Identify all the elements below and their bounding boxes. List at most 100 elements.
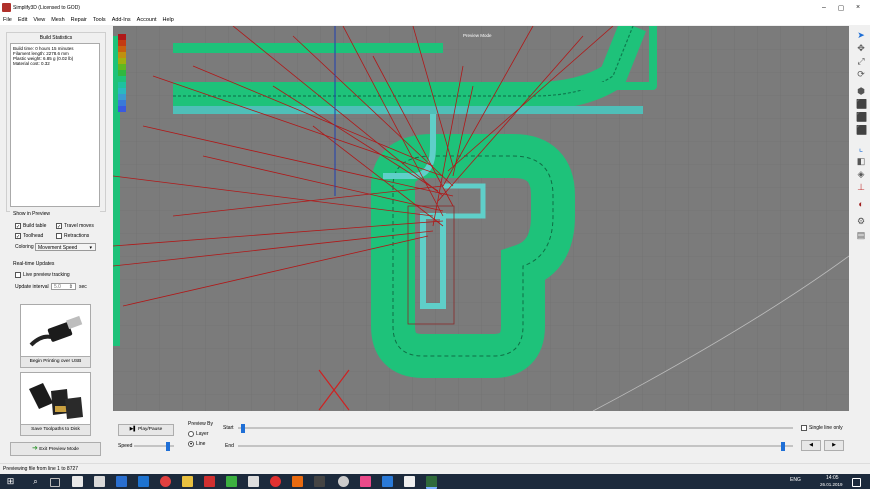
- speed-slider[interactable]: [134, 442, 174, 451]
- maximize-button[interactable]: ▢: [835, 4, 847, 12]
- menu-help[interactable]: Help: [163, 16, 174, 25]
- step-forward-button[interactable]: ▶: [824, 440, 844, 451]
- save-toolpaths-button[interactable]: Save Toolpaths to Disk: [20, 424, 91, 436]
- preview-by-line-option[interactable]: • Line: [188, 441, 205, 448]
- begin-usb-print-button[interactable]: Begin Printing over USB: [20, 356, 91, 368]
- image-viewer-icon[interactable]: [248, 476, 259, 487]
- single-line-checkbox[interactable]: [801, 425, 807, 431]
- menu-account[interactable]: Account: [137, 16, 157, 25]
- view-side-icon[interactable]: ⬛: [856, 125, 867, 135]
- simplify3d-taskbar-icon[interactable]: [426, 476, 437, 489]
- usb-cable-image[interactable]: [20, 304, 91, 358]
- update-interval-value: 5.0: [54, 284, 61, 290]
- exit-preview-button[interactable]: ➜ Exit Preview Mode: [10, 442, 101, 456]
- live-tracking-checkbox[interactable]: [15, 272, 21, 278]
- tray-language[interactable]: ENG: [790, 477, 801, 483]
- minimize-button[interactable]: –: [818, 4, 830, 11]
- end-slider-thumb[interactable]: [781, 442, 785, 451]
- menu-edit[interactable]: Edit: [18, 16, 27, 25]
- app-white-icon[interactable]: [404, 476, 415, 487]
- move-icon[interactable]: ✥: [856, 43, 866, 53]
- mail-icon[interactable]: [72, 476, 83, 487]
- line-radio[interactable]: •: [188, 441, 194, 448]
- close-button[interactable]: ×: [852, 4, 864, 11]
- menu-repair[interactable]: Repair: [71, 16, 87, 25]
- spin-arrows-icon[interactable]: ⇕: [69, 284, 73, 291]
- start-slider-thumb[interactable]: [241, 424, 245, 433]
- layers-icon[interactable]: ▤: [856, 230, 866, 240]
- task-view-icon[interactable]: [50, 478, 60, 487]
- gear-icon[interactable]: ⚙: [856, 216, 866, 226]
- play-pause-button[interactable]: ▶▌ Play/Pause: [118, 424, 174, 436]
- photoshop-icon[interactable]: [116, 476, 127, 487]
- notifications-icon[interactable]: [852, 478, 861, 487]
- usb-plug-icon: [29, 315, 83, 347]
- app-circle-icon[interactable]: [338, 476, 349, 487]
- select-arrow-icon[interactable]: ➤: [856, 30, 866, 40]
- end-label: End: [225, 443, 234, 449]
- menu-mesh[interactable]: Mesh: [51, 16, 64, 25]
- sd-card-icon: [29, 383, 83, 419]
- view-iso-icon[interactable]: ⬢: [856, 86, 866, 96]
- start-slider[interactable]: [238, 424, 793, 433]
- material-icon[interactable]: ◐: [856, 199, 866, 209]
- search-icon[interactable]: ⌕: [30, 476, 41, 487]
- live-tracking-option[interactable]: Live preview tracking: [15, 272, 70, 278]
- retractions-option[interactable]: Retractions: [56, 233, 89, 239]
- windows-start-icon[interactable]: ⊞: [5, 476, 16, 487]
- yandex-browser-icon[interactable]: [160, 476, 171, 487]
- menu-bar: File Edit View Mesh Repair Tools Add-Ins…: [0, 16, 870, 25]
- build-table-checkbox[interactable]: ✓: [15, 223, 21, 230]
- step-back-button[interactable]: ◀: [801, 440, 821, 451]
- sd-cards-image[interactable]: [20, 372, 91, 426]
- cross-section-icon[interactable]: ⌞: [856, 143, 866, 153]
- preview-viewport[interactable]: Preview Mode: [113, 26, 849, 411]
- build-table-option[interactable]: ✓ Build table: [15, 223, 46, 230]
- rotate-icon[interactable]: ⟳: [856, 69, 866, 79]
- build-statistics-text: Build time: 0 hours 15 minutes Filament …: [10, 43, 100, 207]
- update-interval-input[interactable]: 5.0 ⇕: [51, 283, 76, 290]
- layer-radio[interactable]: [188, 431, 194, 437]
- travel-moves-label: Travel moves: [64, 223, 94, 229]
- speed-label: Speed: [118, 443, 133, 449]
- travel-moves-option[interactable]: ✓ Travel moves: [56, 223, 94, 230]
- app-red-icon[interactable]: [204, 476, 215, 487]
- store-icon[interactable]: [94, 476, 105, 487]
- scale-icon[interactable]: ⤢: [856, 56, 866, 66]
- stat-material-cost: Material cost: 0.32: [13, 61, 50, 66]
- os-taskbar: ⊞ ⌕ ENG 14:05 26.01.2019: [0, 474, 870, 489]
- travel-moves-checkbox[interactable]: ✓: [56, 223, 62, 230]
- end-slider[interactable]: [238, 442, 793, 451]
- update-interval-unit: sec: [79, 284, 87, 290]
- view-top-icon[interactable]: ⬛: [856, 112, 867, 122]
- preview-by-layer-option[interactable]: Layer: [188, 431, 209, 437]
- menu-file[interactable]: File: [3, 16, 12, 25]
- edge-browser-icon[interactable]: [138, 476, 149, 487]
- retractions-checkbox[interactable]: [56, 233, 62, 239]
- tray-date[interactable]: 26.01.2019: [820, 482, 843, 487]
- menu-view[interactable]: View: [33, 16, 45, 25]
- window-title: Simplify3D (Licensed to GOD): [13, 5, 80, 11]
- tray-time[interactable]: 14:05: [826, 475, 839, 481]
- view-front-icon[interactable]: ⬛: [856, 99, 867, 109]
- app-blue-icon[interactable]: [382, 476, 393, 487]
- toolhead-checkbox[interactable]: ✓: [15, 233, 21, 240]
- single-line-option[interactable]: Single line only: [801, 425, 843, 431]
- cube-icon[interactable]: ◧: [856, 156, 866, 166]
- illustrator-icon[interactable]: [292, 476, 303, 487]
- app-dark-icon[interactable]: [314, 476, 325, 487]
- menu-tools[interactable]: Tools: [93, 16, 106, 25]
- coloring-value: Movement Speed: [38, 245, 78, 251]
- app-pink-icon[interactable]: [360, 476, 371, 487]
- coloring-label: Coloring: [15, 244, 34, 250]
- opera-icon[interactable]: [270, 476, 281, 487]
- app-green-icon[interactable]: [226, 476, 237, 487]
- axes-icon[interactable]: ⊥: [856, 182, 866, 192]
- menu-add-ins[interactable]: Add-Ins: [112, 16, 131, 25]
- start-label: Start: [223, 425, 234, 431]
- speed-slider-thumb[interactable]: [166, 442, 170, 451]
- mesh-icon[interactable]: ◈: [856, 169, 866, 179]
- toolhead-option[interactable]: ✓ Toolhead: [15, 233, 43, 240]
- coloring-dropdown[interactable]: Movement Speed ▾: [35, 243, 96, 251]
- file-explorer-icon[interactable]: [182, 476, 193, 487]
